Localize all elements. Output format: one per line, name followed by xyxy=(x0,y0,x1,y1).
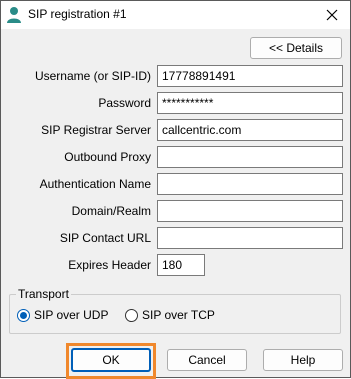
domain-realm-label: Domain/Realm xyxy=(71,204,151,218)
user-icon xyxy=(7,7,21,23)
tcp-radio[interactable]: SIP over TCP xyxy=(125,308,215,322)
contact-url-field[interactable] xyxy=(157,227,343,249)
udp-radio[interactable]: SIP over UDP xyxy=(17,308,108,322)
radio-checked-icon xyxy=(17,308,30,322)
sip-registration-dialog: SIP registration #1 << Details Username … xyxy=(0,0,351,379)
password-label: Password xyxy=(98,96,151,110)
username-field[interactable]: 17778891491 xyxy=(157,65,343,87)
registrar-label: SIP Registrar Server xyxy=(41,123,151,137)
expires-header-label: Expires Header xyxy=(68,258,151,272)
transport-title: Transport xyxy=(16,287,71,301)
title-bar: SIP registration #1 xyxy=(1,1,350,29)
close-icon xyxy=(326,9,338,21)
help-button[interactable]: Help xyxy=(263,349,343,371)
tcp-radio-label: SIP over TCP xyxy=(142,308,215,322)
password-field[interactable]: *********** xyxy=(157,92,343,114)
window-title: SIP registration #1 xyxy=(28,7,127,21)
expires-header-field[interactable]: 180 xyxy=(157,254,205,276)
close-button[interactable] xyxy=(314,1,350,29)
outbound-proxy-field[interactable] xyxy=(157,146,343,168)
details-button[interactable]: << Details xyxy=(250,37,342,59)
domain-realm-field[interactable] xyxy=(157,200,343,222)
outbound-proxy-label: Outbound Proxy xyxy=(64,150,151,164)
auth-name-field[interactable] xyxy=(157,173,343,195)
contact-url-label: SIP Contact URL xyxy=(59,231,151,245)
cancel-button[interactable]: Cancel xyxy=(167,349,247,371)
username-label: Username (or SIP-ID) xyxy=(34,69,151,83)
udp-radio-label: SIP over UDP xyxy=(34,308,109,322)
auth-name-label: Authentication Name xyxy=(39,177,151,191)
radio-unchecked-icon xyxy=(125,308,138,322)
registrar-field[interactable]: callcentric.com xyxy=(157,119,343,141)
ok-button[interactable]: OK xyxy=(71,348,151,372)
